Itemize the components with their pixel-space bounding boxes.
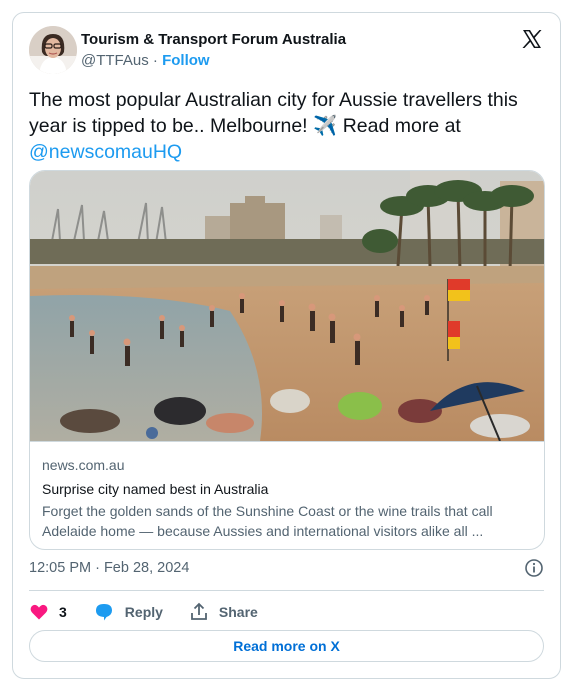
avatar-portrait-icon (29, 26, 77, 74)
mention-link[interactable]: @newscomauHQ (29, 141, 182, 163)
airplane-emoji: ✈️ (313, 115, 338, 137)
tweet-embed-card: Tourism & Transport Forum Australia @TTF… (12, 12, 561, 679)
follow-button[interactable]: Follow (162, 52, 210, 69)
share-button[interactable]: Share (189, 602, 258, 622)
beach-crowd-photo (30, 171, 544, 441)
reply-button[interactable]: Reply (93, 602, 163, 622)
heart-icon (30, 604, 48, 620)
info-icon[interactable] (524, 558, 544, 578)
separator-dot: · (152, 52, 158, 69)
reply-bubble-icon (95, 604, 112, 621)
tweet-text-part2: Read more at (337, 115, 461, 137)
link-domain: news.com.au (42, 457, 125, 473)
author-avatar[interactable] (29, 26, 77, 74)
share-icon (191, 602, 207, 620)
author-name[interactable]: Tourism & Transport Forum Australia (81, 30, 346, 50)
reply-label: Reply (124, 604, 163, 620)
link-title: Surprise city named best in Australia (42, 481, 269, 497)
action-divider (29, 590, 544, 591)
x-logo-icon[interactable] (520, 27, 544, 51)
author-handle[interactable]: @TTFAus (81, 52, 149, 69)
link-preview-card[interactable]: news.com.au Surprise city named best in … (29, 170, 545, 550)
author-info: Tourism & Transport Forum Australia @TTF… (81, 30, 346, 71)
tweet-timestamp[interactable]: 12:05 PM · Feb 28, 2024 (29, 560, 189, 576)
tweet-actions: 3 Reply Share (29, 600, 284, 624)
link-description: Forget the golden sands of the Sunshine … (42, 503, 493, 539)
tweet-text: The most popular Australian city for Aus… (29, 87, 544, 165)
like-button[interactable]: 3 (29, 602, 67, 622)
link-preview-body: news.com.au Surprise city named best in … (30, 441, 544, 541)
like-count: 3 (59, 604, 67, 620)
share-label: Share (218, 604, 258, 620)
author-meta: @TTFAus · Follow (81, 51, 346, 71)
read-more-button[interactable]: Read more on X (29, 630, 544, 662)
